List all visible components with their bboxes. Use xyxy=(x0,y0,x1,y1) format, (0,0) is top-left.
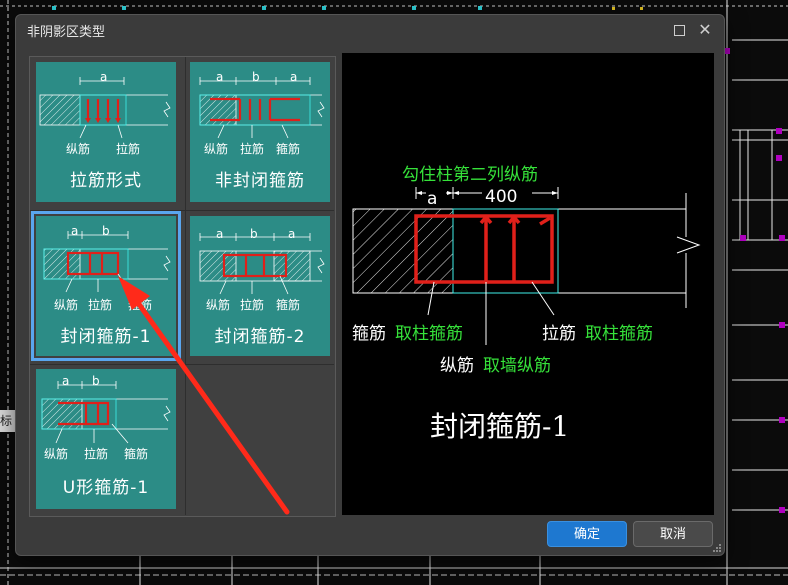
tile-open-stirrup[interactable]: a b a 纵筋 拉筋 箍筋 非封闭箍筋 xyxy=(190,62,330,202)
label-tie: 拉筋 xyxy=(84,447,109,461)
longitudinal-source-label: 取墙纵筋 xyxy=(483,356,551,376)
label-tie: 拉筋 xyxy=(116,142,141,156)
label-longitudinal: 纵筋 xyxy=(66,142,91,156)
cancel-button[interactable]: 取消 xyxy=(633,521,713,547)
label-longitudinal: 纵筋 xyxy=(54,298,79,312)
label-stirrup: 箍筋 xyxy=(128,298,153,312)
label-stirrup: 箍筋 xyxy=(276,142,301,156)
tile-label: 封闭箍筋-1 xyxy=(60,327,152,347)
tile-u-stirrup-1[interactable]: a b 纵筋 拉筋 箍筋 U形箍筋-1 xyxy=(36,369,176,509)
label-tie: 拉筋 xyxy=(240,142,265,156)
type-grid-panel: a 纵筋 拉筋 拉筋形式 a b a 纵筋 拉筋 箍筋 非封闭箍筋 a b 纵筋… xyxy=(29,56,336,517)
side-tab[interactable]: 标 xyxy=(0,410,16,432)
tile-label: U形箍筋-1 xyxy=(62,478,150,498)
dim-label: a xyxy=(288,227,296,241)
dim-400-label: 400 xyxy=(485,187,518,207)
close-icon[interactable]: ✕ xyxy=(694,19,716,41)
tile-tie-bar-form[interactable]: a 纵筋 拉筋 拉筋形式 xyxy=(36,62,176,202)
dim-label: b xyxy=(252,70,260,84)
tile-label: 非封闭箍筋 xyxy=(215,171,305,191)
dim-label: a xyxy=(71,224,79,238)
stirrup-label: 箍筋 xyxy=(352,324,386,344)
label-stirrup: 箍筋 xyxy=(124,447,149,461)
label-longitudinal: 纵筋 xyxy=(204,142,229,156)
stirrup-source-label: 取柱箍筋 xyxy=(395,324,463,344)
tie-label: 拉筋 xyxy=(542,324,576,344)
preview-diagram xyxy=(352,187,701,345)
dim-label: a xyxy=(290,70,298,84)
label-tie: 拉筋 xyxy=(88,298,113,312)
maximize-icon[interactable] xyxy=(668,19,690,41)
hook-note: 勾住柱第二列纵筋 xyxy=(402,165,538,185)
title-bar: 非阴影区类型 ✕ xyxy=(16,15,724,45)
tile-label: 拉筋形式 xyxy=(70,171,142,191)
label-stirrup: 箍筋 xyxy=(276,298,301,312)
tile-closed-stirrup-2[interactable]: a b a 纵筋 拉筋 箍筋 封闭箍筋-2 xyxy=(190,216,330,356)
dim-label: a xyxy=(216,227,224,241)
dim-label: b xyxy=(250,227,258,241)
label-longitudinal: 纵筋 xyxy=(44,447,69,461)
tile-label: 封闭箍筋-2 xyxy=(214,327,306,347)
label-longitudinal: 纵筋 xyxy=(206,298,231,312)
preview-title: 封闭箍筋-1 xyxy=(430,410,570,443)
resize-grip-icon[interactable] xyxy=(713,544,721,552)
tie-source-label: 取柱箍筋 xyxy=(585,324,653,344)
longitudinal-label: 纵筋 xyxy=(440,356,474,376)
ok-button[interactable]: 确定 xyxy=(547,521,627,547)
dim-label: a xyxy=(100,70,108,84)
tile-closed-stirrup-1[interactable]: a b 纵筋 拉筋 箍筋 封闭箍筋-1 xyxy=(31,211,181,361)
dim-label: b xyxy=(92,374,100,388)
preview-panel: 勾住柱第二列纵筋 a 400 箍筋 取柱箍筋 拉筋 取柱箍筋 纵筋 取墙纵筋 封… xyxy=(342,53,714,515)
dialog-title: 非阴影区类型 xyxy=(27,25,106,40)
dialog-window: 非阴影区类型 ✕ a 纵筋 拉筋 拉筋形式 a b a 纵筋 拉筋 箍筋 非封闭… xyxy=(15,14,725,556)
dim-label: b xyxy=(102,224,110,238)
label-tie: 拉筋 xyxy=(240,298,265,312)
dim-label: a xyxy=(62,374,70,388)
dim-a-label: a xyxy=(427,189,438,209)
dim-label: a xyxy=(216,70,224,84)
